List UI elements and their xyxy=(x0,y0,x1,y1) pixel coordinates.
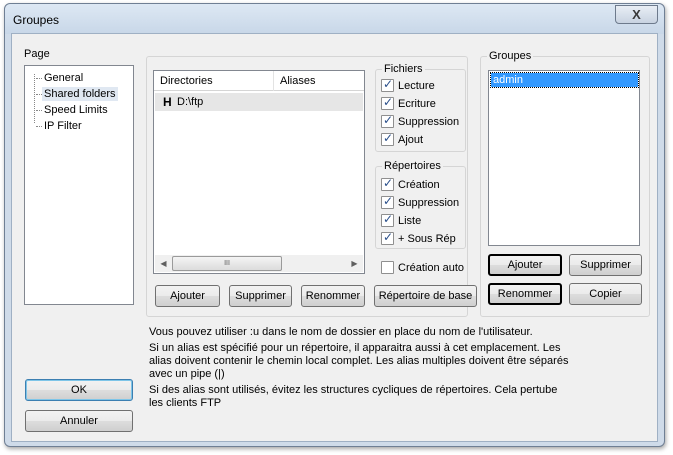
info-text-username: Vous pouvez utiliser :u dans le nom de d… xyxy=(149,326,533,338)
tree-item-shared-folders[interactable]: Shared folders xyxy=(36,87,118,101)
horizontal-scrollbar[interactable]: ◀ III ▶ xyxy=(155,255,363,272)
groupes-dialog: Groupes X Page General Shared folders Sp… xyxy=(4,3,665,447)
ecriture-checkbox[interactable] xyxy=(381,95,394,110)
close-icon: X xyxy=(632,7,641,22)
lecture-checkbox[interactable] xyxy=(381,77,394,92)
groupes-title: Groupes xyxy=(487,50,534,63)
info-text-cyclic: Si des alias sont utilisés, évitez les s… xyxy=(149,384,558,409)
list-item[interactable]: admin xyxy=(490,72,639,88)
cancel-button[interactable]: Annuler xyxy=(25,410,133,432)
tree-connector xyxy=(34,74,35,123)
home-dir-marker: H xyxy=(163,95,172,109)
tree-item-speed-limits[interactable]: Speed Limits xyxy=(36,103,110,117)
scroll-left-icon[interactable]: ◀ xyxy=(155,255,172,272)
window-title: Groupes xyxy=(13,13,60,27)
column-aliases[interactable]: Aliases xyxy=(274,71,315,91)
suppression-dir-checkbox[interactable] xyxy=(381,194,394,209)
dir-add-button[interactable]: Ajouter xyxy=(155,285,220,307)
group-add-button[interactable]: Ajouter xyxy=(488,254,562,276)
ok-button[interactable]: OK xyxy=(25,379,133,401)
creation-auto-checkbox[interactable] xyxy=(381,261,394,274)
lecture-label: Lecture xyxy=(398,80,435,92)
list-item[interactable]: H D:\ftp xyxy=(155,93,363,111)
ajout-label: Ajout xyxy=(398,134,424,146)
directory-path: D:\ftp xyxy=(177,96,204,108)
groups-list[interactable]: admin xyxy=(488,70,640,246)
fichiers-title: Fichiers xyxy=(382,63,425,76)
group-rename-button[interactable]: Renommer xyxy=(488,283,562,305)
tree-item-ip-filter[interactable]: IP Filter xyxy=(36,119,84,133)
repertoires-title: Répertoires xyxy=(382,160,443,173)
suppression-file-label: Suppression xyxy=(398,116,460,128)
page-label: Page xyxy=(24,48,50,60)
base-directory-button[interactable]: Répertoire de base xyxy=(374,285,477,307)
sous-rep-label: + Sous Rép xyxy=(398,233,456,245)
creation-checkbox[interactable] xyxy=(381,176,394,191)
title-bar[interactable]: Groupes X xyxy=(5,4,664,34)
ajout-checkbox[interactable] xyxy=(381,131,394,146)
page-tree[interactable]: General Shared folders Speed Limits IP F… xyxy=(24,65,134,305)
group-delete-button[interactable]: Supprimer xyxy=(569,254,642,276)
close-button[interactable]: X xyxy=(615,5,658,24)
dialog-client-area: Page General Shared folders Speed Limits… xyxy=(11,33,658,442)
ecriture-label: Ecriture xyxy=(398,98,436,110)
column-directories[interactable]: Directories xyxy=(154,71,213,91)
scroll-thumb[interactable]: III xyxy=(172,256,282,271)
directories-list[interactable]: Directories Aliases H D:\ftp ◀ III ▶ xyxy=(153,70,365,274)
list-header: Directories Aliases xyxy=(154,71,364,91)
dir-rename-button[interactable]: Renommer xyxy=(301,285,365,307)
suppression-dir-label: Suppression xyxy=(398,197,460,209)
suppression-file-checkbox[interactable] xyxy=(381,113,394,128)
tree-item-general[interactable]: General xyxy=(35,71,85,85)
creation-label: Création xyxy=(398,179,440,191)
dir-delete-button[interactable]: Supprimer xyxy=(229,285,292,307)
group-copy-button[interactable]: Copier xyxy=(569,283,642,305)
liste-label: Liste xyxy=(398,215,422,227)
sous-rep-checkbox[interactable] xyxy=(381,230,394,245)
creation-auto-label: Création auto xyxy=(398,262,465,274)
liste-checkbox[interactable] xyxy=(381,212,394,227)
scroll-right-icon[interactable]: ▶ xyxy=(346,255,363,272)
info-text-alias: Si un alias est spécifié pour un réperto… xyxy=(149,342,569,380)
